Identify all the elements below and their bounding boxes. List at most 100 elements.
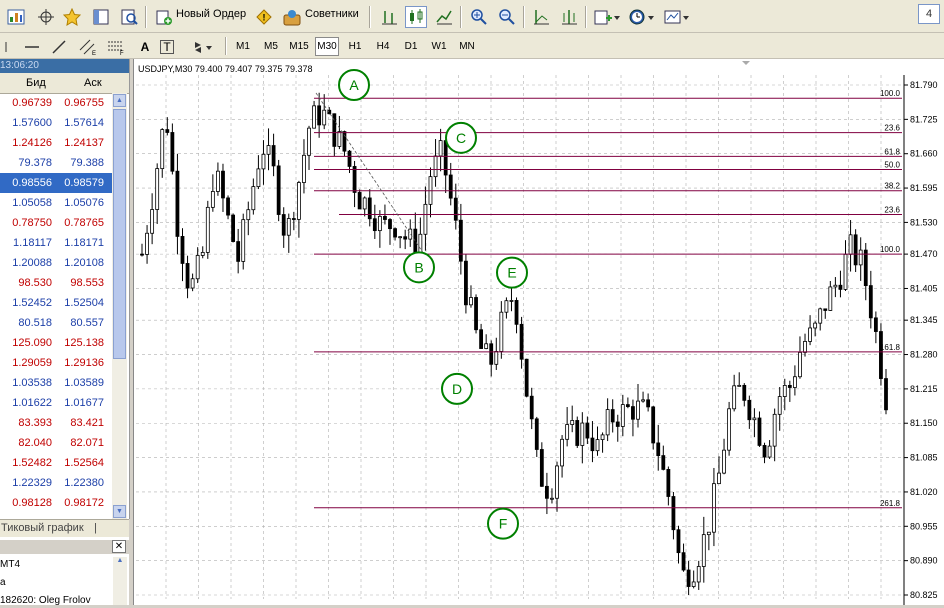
line-chart-icon[interactable] [433, 6, 455, 28]
candle-body [625, 404, 630, 407]
navigator-icon[interactable] [90, 6, 112, 28]
navigator-item[interactable]: a [0, 577, 6, 588]
quote-row[interactable]: 0.78750 0.78765 [0, 213, 112, 233]
candle-body [499, 311, 504, 352]
chart-window[interactable]: 81.790 81.725 81.660 81.595 81.530 81.470 81.4… [133, 59, 944, 605]
advisors-button[interactable]: Советники [305, 8, 359, 20]
candle-body [722, 449, 726, 474]
advisors-icon[interactable] [281, 6, 303, 28]
scroll-up-arrow-icon[interactable]: ▲ [113, 557, 127, 564]
new-order-icon[interactable] [153, 6, 175, 28]
quote-row[interactable]: 80.518 80.557 [0, 313, 112, 333]
candle-body [524, 358, 529, 397]
quote-row[interactable]: 83.393 83.421 [0, 413, 112, 433]
trendline-icon[interactable] [48, 36, 70, 58]
quote-row[interactable]: 1.22329 1.22380 [0, 473, 112, 493]
quote-row[interactable]: 1.03538 1.03589 [0, 373, 112, 393]
navigator-scrollbar[interactable]: ▲ [113, 557, 127, 605]
candle-body [737, 384, 742, 387]
ask-value: 80.557 [70, 317, 104, 329]
market-watch-scrollbar[interactable]: ▲ ▼ [112, 93, 127, 519]
quote-row[interactable]: 1.18117 1.18171 [0, 233, 112, 253]
tick-chart-tab[interactable]: Тиковый график [1, 520, 84, 536]
candle-body [388, 219, 392, 230]
candle-body [620, 404, 625, 427]
fibonacci-icon[interactable]: F [104, 36, 126, 58]
timeframe-h4[interactable]: H4 [371, 37, 395, 56]
quote-row[interactable]: 1.01622 1.01677 [0, 393, 112, 413]
candle-body [170, 132, 175, 172]
arrows-dropdown-icon[interactable] [190, 36, 216, 58]
candle-body [868, 285, 873, 319]
bid-value: 1.05058 [12, 197, 52, 209]
quote-row[interactable]: 1.57600 1.57614 [0, 113, 112, 133]
timeframe-m15[interactable]: M15 [287, 37, 311, 56]
horizontal-line-icon[interactable] [21, 36, 43, 58]
candle-body [661, 455, 666, 470]
templates-icon[interactable] [662, 6, 692, 28]
quote-row[interactable]: 1.52452 1.52504 [0, 293, 112, 313]
timeframe-h1[interactable]: H1 [343, 37, 367, 56]
quote-row[interactable]: 98.530 98.553 [0, 273, 112, 293]
candle-body [367, 197, 372, 220]
print-preview-icon[interactable] [118, 6, 140, 28]
bid-value: 1.20088 [12, 257, 52, 269]
candle-body [352, 166, 357, 193]
scroll-down-arrow-icon[interactable]: ▼ [113, 505, 126, 518]
zoom-out-icon[interactable] [496, 6, 518, 28]
equidistant-channel-icon[interactable]: E [76, 36, 98, 58]
crosshair-icon[interactable] [35, 6, 57, 28]
fibonacci-levels[interactable]: 100.0 23.6 61.8 50.0 38.2 23.6 100.0 161.8 261.8 [314, 89, 902, 509]
timeframe-m30[interactable]: M30 [315, 37, 339, 56]
periods-clock-icon[interactable] [627, 6, 657, 28]
quote-row[interactable]: 1.20088 1.20108 [0, 253, 112, 273]
candlestick-chart-icon[interactable] [405, 6, 427, 28]
candle-body [727, 408, 732, 451]
text-label-button[interactable]: T [160, 40, 174, 54]
zoom-in-icon[interactable] [468, 6, 490, 28]
quote-row[interactable]: 82.040 82.071 [0, 433, 112, 453]
fib-label: 100.0 [880, 89, 901, 98]
candle-body [342, 131, 347, 152]
chart-canvas[interactable]: 81.790 81.725 81.660 81.595 81.530 81.470 81.4… [134, 59, 944, 605]
candle-body [782, 384, 787, 397]
quote-row[interactable]: 0.98128 0.98172 [0, 493, 112, 513]
timeframe-m5[interactable]: M5 [259, 37, 283, 56]
bar-chart-icon[interactable] [378, 6, 400, 28]
timeframe-w1[interactable]: W1 [427, 37, 451, 56]
chart-shift-icon[interactable] [558, 6, 580, 28]
new-chart-icon[interactable] [5, 6, 27, 28]
chart-shift-marker[interactable] [742, 61, 750, 65]
close-icon[interactable]: ✕ [112, 540, 126, 553]
candle-body [772, 413, 777, 447]
scroll-up-arrow-icon[interactable]: ▲ [113, 94, 126, 107]
window-corner-button[interactable]: 4 [918, 4, 940, 24]
quote-row[interactable]: 0.98556 0.98579 [0, 173, 112, 193]
quote-row[interactable]: 125.090 125.138 [0, 333, 112, 353]
quote-row[interactable]: 1.29059 1.29136 [0, 353, 112, 373]
price-label: 81.215 [910, 384, 938, 394]
autoscroll-icon[interactable] [530, 6, 552, 28]
quote-row[interactable]: 1.52482 1.52564 [0, 453, 112, 473]
quote-row[interactable]: 0.96739 0.96755 [0, 93, 112, 113]
text-tool-button[interactable]: A [134, 36, 156, 58]
navigator-item[interactable]: MT4 [0, 559, 20, 570]
cursor-icon[interactable] [2, 36, 10, 58]
ask-column-header[interactable]: Аск [84, 77, 102, 89]
quote-row[interactable]: 1.24126 1.24137 [0, 133, 112, 153]
indicators-dropdown-icon[interactable] [592, 6, 622, 28]
quote-row[interactable]: 1.05058 1.05076 [0, 193, 112, 213]
new-order-button[interactable]: Новый Ордер [176, 8, 246, 20]
quote-row[interactable]: 79.378 79.388 [0, 153, 112, 173]
bid-column-header[interactable]: Бид [26, 77, 46, 89]
timeframe-d1[interactable]: D1 [399, 37, 423, 56]
timeframe-mn[interactable]: MN [455, 37, 479, 56]
wave-point-label: B [414, 259, 423, 275]
candle-body [595, 439, 600, 452]
favorites-icon[interactable] [62, 6, 84, 28]
scroll-thumb[interactable] [113, 109, 126, 359]
timeframe-m1[interactable]: M1 [231, 37, 255, 56]
warning-icon[interactable]: ! [253, 6, 275, 28]
navigator-account[interactable]: 182620: Oleg Frolov [0, 595, 91, 606]
price-label: 81.020 [910, 487, 938, 497]
